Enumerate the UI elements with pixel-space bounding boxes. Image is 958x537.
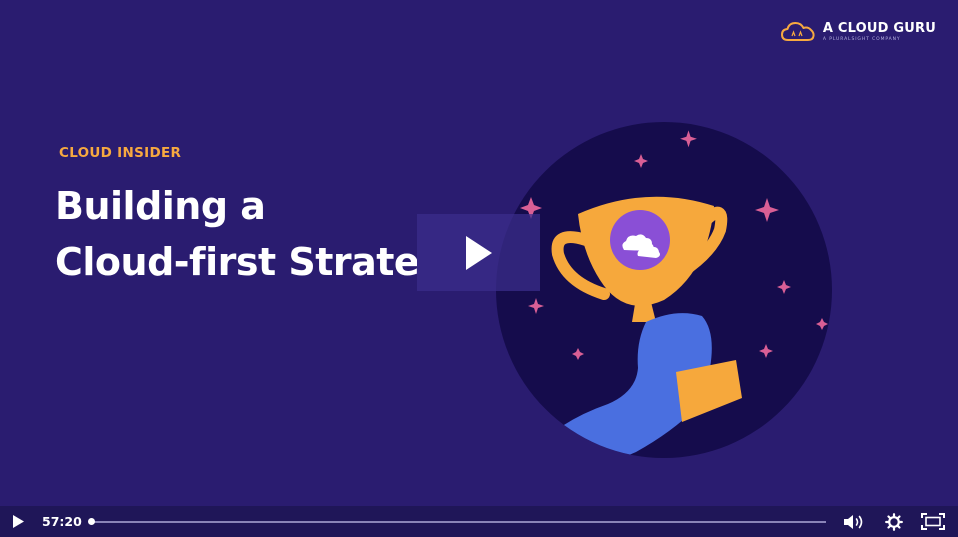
play-button[interactable] [0, 506, 36, 537]
cloud-logo-icon [780, 22, 815, 41]
settings-button[interactable] [880, 506, 908, 537]
slide-title-line-1: Building a [55, 184, 266, 228]
play-icon [12, 515, 24, 528]
trophy-in-hand-icon [496, 122, 832, 458]
play-overlay-button[interactable] [417, 214, 540, 291]
slide-title: Building a Cloud-first Strategy [55, 178, 417, 290]
brand-name: A CLOUD GURU [822, 20, 936, 36]
volume-button[interactable] [840, 506, 868, 537]
gear-icon [885, 512, 903, 531]
play-icon [465, 235, 492, 270]
slide-title-line-2: Cloud-first Strategy [55, 240, 417, 284]
brand-logo: A CLOUD GURU A PLURALSIGHT COMPANY [780, 20, 936, 44]
player-controls: 57:20 [0, 506, 958, 537]
brand-tagline: A PLURALSIGHT COMPANY [822, 36, 901, 42]
fullscreen-button[interactable] [918, 506, 948, 537]
video-player[interactable]: A CLOUD GURU A PLURALSIGHT COMPANY CLOUD… [0, 0, 958, 537]
series-label: CLOUD INSIDER [59, 145, 182, 161]
fullscreen-icon [921, 513, 945, 530]
time-display: 57:20 [42, 514, 82, 529]
progress-bar[interactable] [88, 517, 826, 525]
volume-icon [844, 514, 863, 529]
progress-handle[interactable] [88, 517, 95, 525]
